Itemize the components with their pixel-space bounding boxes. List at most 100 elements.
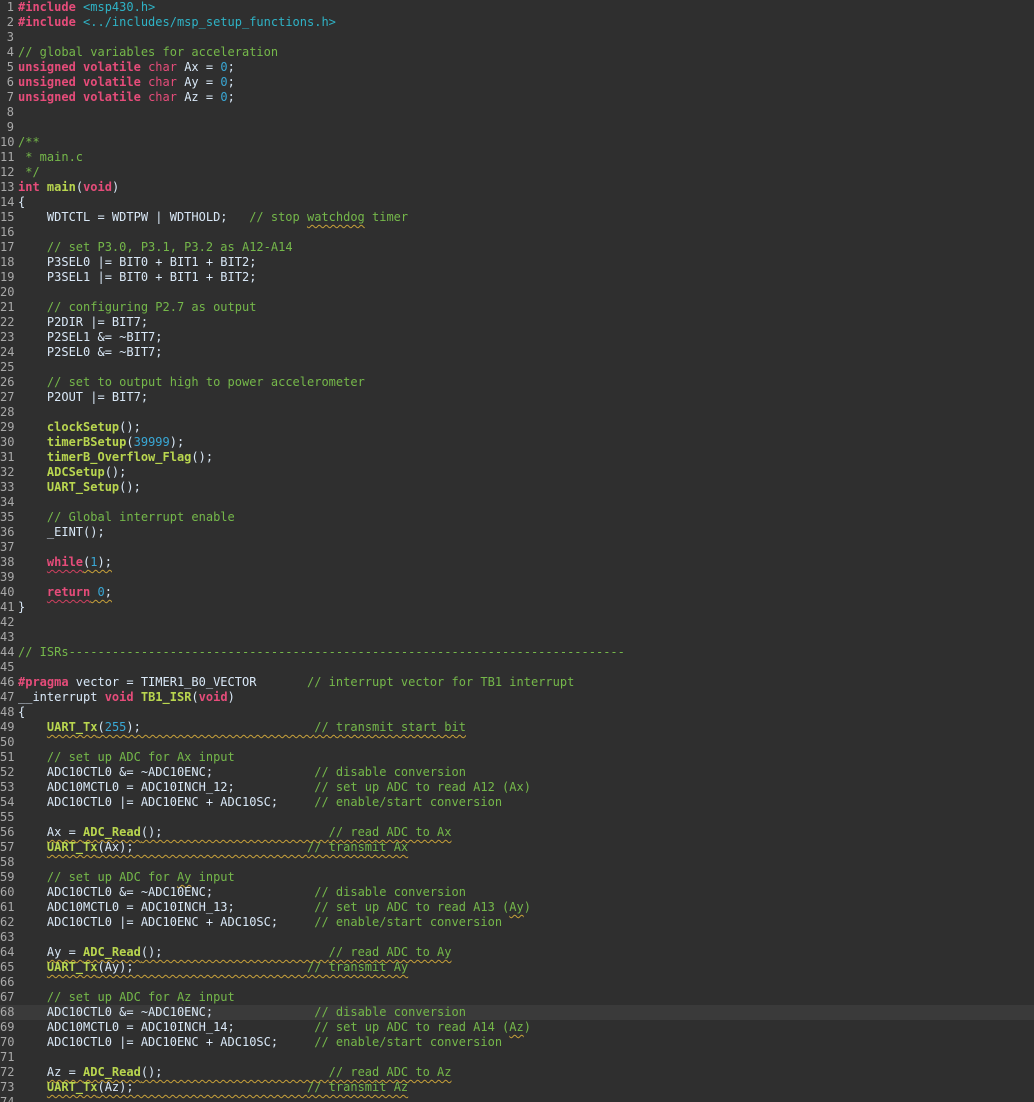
code-token: ); (169, 435, 185, 449)
code-line[interactable]: 49 UART_Tx(255); // transmit start bit (0, 720, 1034, 735)
line-number: 12 (0, 165, 15, 179)
line-number: 74 (0, 1095, 15, 1102)
code-line[interactable]: 34 (0, 495, 1034, 510)
code-line[interactable]: 37 (0, 540, 1034, 555)
code-line[interactable]: 10/** (0, 135, 1034, 150)
code-line[interactable]: 14{ (0, 195, 1034, 210)
code-line[interactable]: 42 (0, 615, 1034, 630)
code-line[interactable]: 15 WDTCTL = WDTPW | WDTHOLD; // stop wat… (0, 210, 1034, 225)
code-line[interactable]: 61 ADC10MCTL0 = ADC10INCH_13; // set up … (0, 900, 1034, 915)
code-line[interactable]: 66 (0, 975, 1034, 990)
code-line[interactable]: 12 */ (0, 165, 1034, 180)
code-token: ADC10CTL0 &= ~ADC10ENC; (18, 765, 315, 779)
code-line[interactable]: 17 // set P3.0, P3.1, P3.2 as A12-A14 (0, 240, 1034, 255)
code-line[interactable]: 63 (0, 930, 1034, 945)
code-line[interactable]: 38 while(1); (0, 555, 1034, 570)
code-token: return (46, 585, 91, 599)
code-line[interactable]: 74 (0, 1095, 1034, 1102)
code-line[interactable]: 40 return 0; (0, 585, 1034, 600)
code-line[interactable]: 30 timerBSetup(39999); (0, 435, 1034, 450)
code-line[interactable]: 54 ADC10CTL0 |= ADC10ENC + ADC10SC; // e… (0, 795, 1034, 810)
code-line[interactable]: 46 #pragma vector = TIMER1_B0_VECTOR // i… (0, 675, 1034, 690)
code-line[interactable]: 7 unsigned volatile char Az = 0; (0, 90, 1034, 105)
code-token: */ (18, 165, 40, 179)
code-line[interactable]: 25 (0, 360, 1034, 375)
code-line[interactable]: 35 // Global interrupt enable (0, 510, 1034, 525)
code-line[interactable]: 53 ADC10MCTL0 = ADC10INCH_12; // set up … (0, 780, 1034, 795)
code-line[interactable]: 2 #include <../includes/msp_setup_functio… (0, 15, 1034, 30)
code-line[interactable]: 5 unsigned volatile char Ax = 0; (0, 60, 1034, 75)
code-line[interactable]: 11 * main.c (0, 150, 1034, 165)
code-line[interactable]: 4 // global variables for acceleration (0, 45, 1034, 60)
code-line[interactable]: 50 (0, 735, 1034, 750)
code-token: (); (119, 480, 141, 494)
line-code: return 0; (18, 585, 112, 599)
line-number: 60 (0, 885, 15, 899)
code-token: // ISRs---------------------------------… (18, 645, 625, 659)
code-line[interactable]: 48{ (0, 705, 1034, 720)
code-token: // transmit start bit (314, 720, 466, 734)
line-code: unsigned volatile char Az = 0; (18, 90, 235, 104)
code-line[interactable]: 24 P2SEL0 &= ~BIT7; (0, 345, 1034, 360)
code-line[interactable]: 22 P2DIR |= BIT7; (0, 315, 1034, 330)
code-line[interactable]: 51 // set up ADC for Ax input (0, 750, 1034, 765)
code-token: 1 (90, 555, 98, 569)
code-line[interactable]: 69 ADC10MCTL0 = ADC10INCH_14; // set up … (0, 1020, 1034, 1035)
code-line[interactable]: 3 (0, 30, 1034, 45)
code-line[interactable]: 21 // configuring P2.7 as output (0, 300, 1034, 315)
code-line[interactable]: 64 Ay = ADC_Read(); // read ADC to Ay (0, 945, 1034, 960)
code-line[interactable]: 60 ADC10CTL0 &= ~ADC10ENC; // disable co… (0, 885, 1034, 900)
code-line[interactable]: 73 UART_Tx(Az); // transmit Az (0, 1080, 1034, 1095)
code-line[interactable]: 68 ADC10CTL0 &= ~ADC10ENC; // disable co… (0, 1005, 1034, 1020)
code-line[interactable]: 65 UART_Tx(Ay); // transmit Ay (0, 960, 1034, 975)
code-line[interactable]: 41} (0, 600, 1034, 615)
code-line[interactable]: 28 (0, 405, 1034, 420)
code-line[interactable]: 6 unsigned volatile char Ay = 0; (0, 75, 1034, 90)
code-line[interactable]: 31 timerB_Overflow_Flag(); (0, 450, 1034, 465)
code-line[interactable]: 70 ADC10CTL0 |= ADC10ENC + ADC10SC; // e… (0, 1035, 1034, 1050)
code-line[interactable]: 58 (0, 855, 1034, 870)
code-line[interactable]: 39 (0, 570, 1034, 585)
code-line[interactable]: 20 (0, 285, 1034, 300)
code-line[interactable]: 59 // set up ADC for Ay input (0, 870, 1034, 885)
line-number: 66 (0, 975, 15, 989)
line-code: int main(void) (18, 180, 119, 194)
code-line[interactable]: 33 UART_Setup(); (0, 480, 1034, 495)
line-code: * main.c (18, 150, 83, 164)
code-line[interactable]: 29 clockSetup(); (0, 420, 1034, 435)
code-line[interactable]: 43 (0, 630, 1034, 645)
code-line[interactable]: 71 (0, 1050, 1034, 1065)
line-code: while(1); (18, 555, 112, 569)
code-line[interactable]: 45 (0, 660, 1034, 675)
code-line[interactable]: 57 UART_Tx(Ax); // transmit Ax (0, 840, 1034, 855)
code-line[interactable]: 8 (0, 105, 1034, 120)
code-line[interactable]: 47 __interrupt void TB1_ISR(void) (0, 690, 1034, 705)
code-token: /** (18, 135, 40, 149)
line-code: unsigned volatile char Ax = 0; (18, 60, 235, 74)
code-line[interactable]: 67 // set up ADC for Az input (0, 990, 1034, 1005)
code-line[interactable]: 26 // set to output high to power accele… (0, 375, 1034, 390)
code-line[interactable]: 56 Ax = ADC_Read(); // read ADC to Ax (0, 825, 1034, 840)
code-editor[interactable]: 1 #include <msp430.h> 2 #include <../includ… (0, 0, 1034, 1102)
code-line[interactable]: 36 _EINT(); (0, 525, 1034, 540)
code-line[interactable]: 23 P2SEL1 &= ~BIT7; (0, 330, 1034, 345)
code-line[interactable]: 16 (0, 225, 1034, 240)
code-line[interactable]: 32 ADCSetup(); (0, 465, 1034, 480)
code-token: Ay (509, 900, 524, 914)
code-line[interactable]: 44// ISRs-------------------------------… (0, 645, 1034, 660)
code-line[interactable]: 1 #include <msp430.h> (0, 0, 1034, 15)
code-line[interactable]: 13 int main(void) (0, 180, 1034, 195)
line-code: ADC10CTL0 &= ~ADC10ENC; // disable conve… (18, 765, 466, 779)
code-line[interactable]: 27 P2OUT |= BIT7; (0, 390, 1034, 405)
code-line[interactable]: 55 (0, 810, 1034, 825)
code-line[interactable]: 62 ADC10CTL0 |= ADC10ENC + ADC10SC; // e… (0, 915, 1034, 930)
code-line[interactable]: 19 P3SEL1 |= BIT0 + BIT1 + BIT2; (0, 270, 1034, 285)
line-code: Ay = ADC_Read(); // read ADC to Ay (18, 945, 452, 959)
code-line[interactable]: 72 Az = ADC_Read(); // read ADC to Az (0, 1065, 1034, 1080)
code-line[interactable]: 52 ADC10CTL0 &= ~ADC10ENC; // disable co… (0, 765, 1034, 780)
code-line[interactable]: 9 (0, 120, 1034, 135)
code-line[interactable]: 18 P3SEL0 |= BIT0 + BIT1 + BIT2; (0, 255, 1034, 270)
